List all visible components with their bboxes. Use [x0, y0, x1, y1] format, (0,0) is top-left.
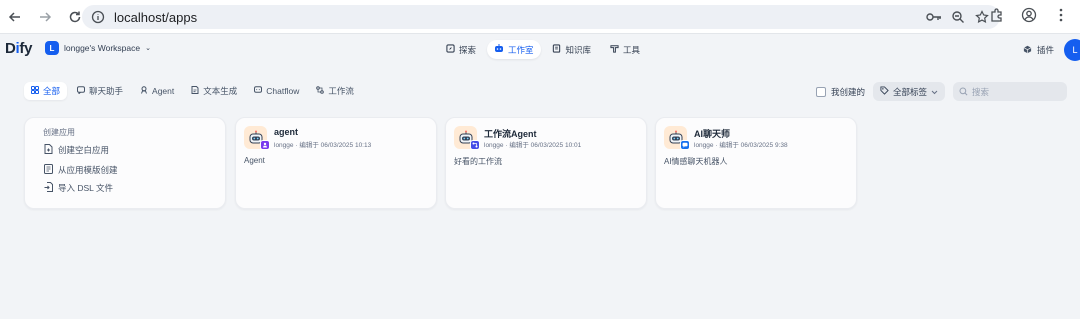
tag-filter-label: 全部标签 — [892, 86, 927, 97]
search-box[interactable] — [953, 82, 1067, 101]
app-header: Dify L longge's Workspace ⌄ 探索 工作室 知识库 工… — [0, 34, 1080, 66]
tab-completion-label: 文本生成 — [203, 86, 238, 96]
chatflow-icon — [254, 86, 263, 96]
app-edited: 编辑于 06/03/2025 10:01 — [509, 142, 582, 149]
create-app-card: 创建应用 创建空白应用 从应用模版创建 导入 DSL 文件 — [24, 117, 226, 209]
tab-chat-label: 聊天助手 — [89, 86, 124, 96]
app-author: longge — [694, 142, 714, 149]
key-icon[interactable] — [926, 9, 942, 25]
arrow-left-icon — [8, 11, 20, 22]
workspace-name: longge's Workspace — [64, 43, 141, 53]
agent-badge-icon — [260, 140, 270, 150]
create-blank-app-label: 创建空白应用 — [58, 145, 110, 155]
tab-all-label: 全部 — [43, 86, 61, 96]
site-info-icon[interactable] — [90, 9, 106, 25]
menu-icon[interactable] — [1052, 6, 1070, 24]
template-icon — [43, 164, 53, 176]
search-input[interactable] — [972, 86, 1062, 97]
chat-icon — [77, 86, 86, 96]
tab-chatflow[interactable]: Chatflow — [247, 82, 306, 100]
app-meta: longge · 编辑于 06/03/2025 9:38 — [694, 142, 788, 149]
created-by-me-checkbox[interactable] — [815, 86, 826, 97]
app-edited: 编辑于 06/03/2025 10:13 — [299, 142, 372, 149]
tab-workflow[interactable]: 工作流 — [309, 82, 361, 100]
created-by-me-toggle[interactable]: 我创建的 — [815, 86, 865, 98]
chevron-down-icon — [931, 87, 938, 97]
forward-button[interactable] — [34, 6, 56, 28]
nav-tools[interactable]: 工具 — [602, 40, 647, 59]
book-icon — [552, 44, 562, 55]
app-meta: longge · 编辑于 06/03/2025 10:13 — [274, 142, 372, 149]
workspace-avatar: L — [45, 41, 59, 55]
tab-agent-label: Agent — [152, 86, 175, 96]
app-card[interactable]: 工作流Agent longge · 编辑于 06/03/2025 10:01 好… — [445, 117, 647, 209]
app-name: agent — [274, 127, 299, 137]
import-icon — [43, 182, 53, 194]
search-icon — [959, 83, 968, 101]
create-from-template-label: 从应用模版创建 — [58, 165, 118, 175]
extensions-icon[interactable] — [988, 6, 1006, 24]
import-dsl-button[interactable]: 导入 DSL 文件 — [43, 182, 113, 194]
app-author: longge — [274, 142, 294, 149]
created-by-me-label: 我创建的 — [830, 86, 865, 97]
nav-tools-label: 工具 — [623, 44, 641, 55]
app-type-tabs: 全部 聊天助手 Agent 文本生成 Chatflow 工作流 — [24, 82, 361, 100]
tab-chatflow-label: Chatflow — [266, 86, 300, 96]
arrow-right-icon — [40, 11, 52, 22]
workflow-icon — [316, 86, 325, 96]
plugins-button[interactable]: 插件 — [1023, 44, 1054, 56]
user-avatar[interactable]: L — [1064, 39, 1080, 61]
main-nav: 探索 工作室 知识库 工具 — [438, 40, 647, 59]
dify-logo[interactable]: Dify — [5, 40, 32, 57]
profile-icon[interactable] — [1020, 6, 1038, 24]
document-icon — [191, 86, 199, 96]
nav-explore[interactable]: 探索 — [438, 40, 483, 59]
grid-icon — [31, 86, 39, 96]
tag-filter-dropdown[interactable]: 全部标签 — [872, 82, 945, 101]
app-card[interactable]: agent longge · 编辑于 06/03/2025 10:13 Agen… — [235, 117, 437, 209]
create-blank-app-button[interactable]: 创建空白应用 — [43, 144, 109, 156]
cube-icon — [1023, 45, 1032, 56]
file-plus-icon — [43, 144, 53, 156]
zoom-icon[interactable] — [950, 9, 966, 25]
tab-completion[interactable]: 文本生成 — [184, 82, 244, 100]
robot-icon — [494, 44, 504, 55]
compass-icon — [445, 44, 455, 55]
reload-icon — [69, 11, 81, 22]
agent-icon — [140, 86, 148, 96]
app-meta: longge · 编辑于 06/03/2025 10:01 — [484, 142, 582, 149]
url-text: localhost/apps — [114, 9, 198, 25]
import-dsl-label: 导入 DSL 文件 — [58, 183, 113, 193]
nav-knowledge-label: 知识库 — [565, 44, 592, 55]
create-from-template-button[interactable]: 从应用模版创建 — [43, 164, 118, 176]
nav-knowledge[interactable]: 知识库 — [545, 40, 599, 59]
nav-explore-label: 探索 — [459, 44, 477, 55]
nav-studio-label: 工作室 — [508, 44, 534, 55]
workspace-selector[interactable]: L longge's Workspace ⌄ — [45, 41, 151, 55]
nav-studio[interactable]: 工作室 — [487, 40, 541, 59]
tab-chat[interactable]: 聊天助手 — [70, 82, 130, 100]
filter-bar: 全部 聊天助手 Agent 文本生成 Chatflow 工作流 我创建的 全部标… — [0, 80, 1080, 102]
chevron-down-icon: ⌄ — [145, 45, 151, 52]
app-author: longge — [484, 142, 504, 149]
tab-all[interactable]: 全部 — [24, 82, 68, 100]
tag-icon — [880, 86, 889, 97]
app-description: Agent — [244, 156, 265, 165]
plugins-label: 插件 — [1036, 45, 1054, 55]
app-description: AI情感聊天机器人 — [664, 157, 728, 166]
browser-toolbar: localhost/apps — [0, 0, 1080, 34]
back-button[interactable] — [4, 6, 26, 28]
tab-workflow-label: 工作流 — [328, 86, 354, 96]
hammer-icon — [609, 44, 619, 55]
workflow-badge-icon — [470, 140, 480, 150]
address-bar[interactable]: localhost/apps — [82, 5, 1000, 29]
create-app-title: 创建应用 — [43, 128, 75, 137]
chat-badge-icon — [680, 140, 690, 150]
app-description: 好看的工作流 — [454, 157, 502, 166]
app-edited: 编辑于 06/03/2025 9:38 — [719, 142, 788, 149]
app-card[interactable]: AI聊天师 longge · 编辑于 06/03/2025 9:38 AI情感聊… — [655, 117, 857, 209]
tab-agent[interactable]: Agent — [133, 82, 181, 100]
